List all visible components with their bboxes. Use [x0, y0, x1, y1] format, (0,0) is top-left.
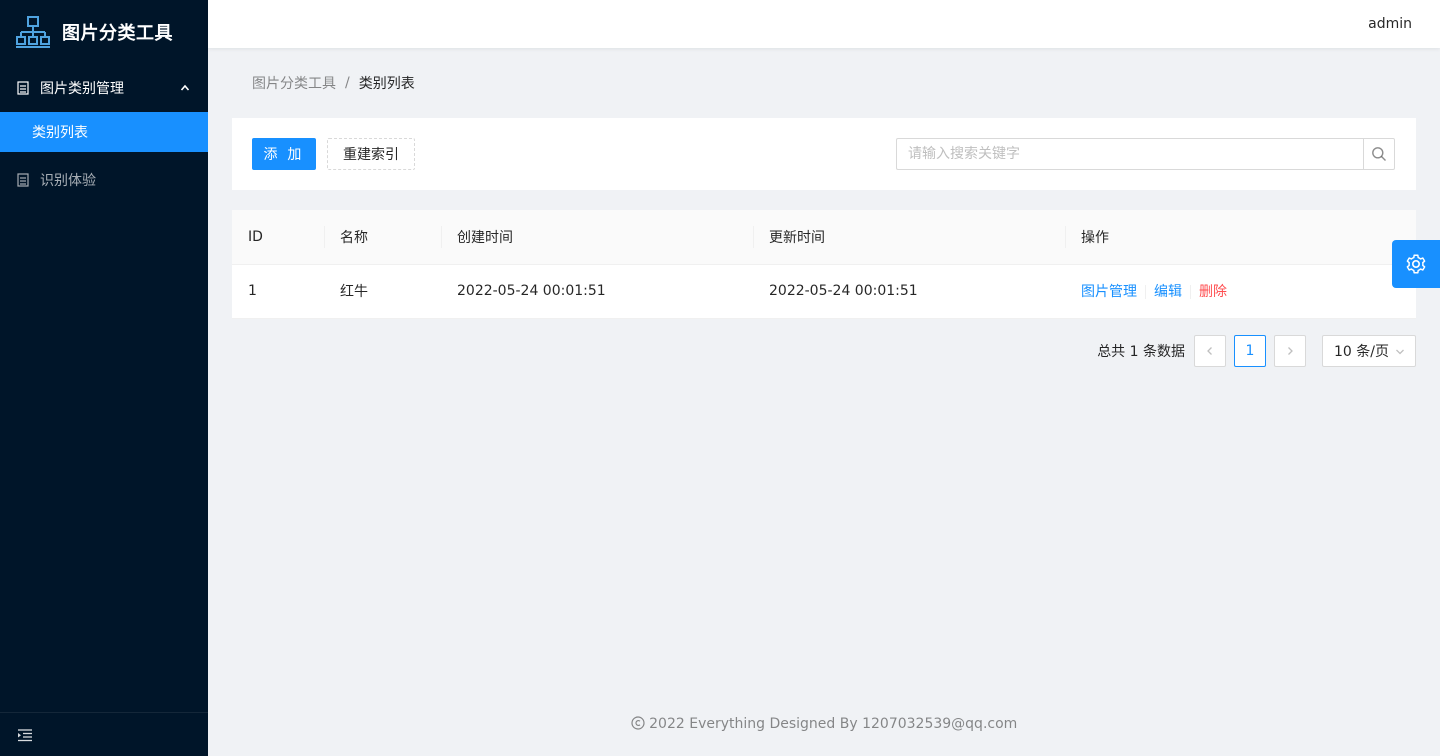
manage-images-link[interactable]: 图片管理	[1081, 284, 1137, 300]
column-header-created: 创建时间	[441, 210, 753, 265]
collapse-menu-icon[interactable]	[17, 727, 33, 743]
page-size-select[interactable]: 10 条/页	[1322, 334, 1416, 367]
settings-drawer-button[interactable]	[1392, 240, 1440, 288]
breadcrumb-current: 类别列表	[358, 76, 415, 92]
add-button[interactable]: 添 加	[252, 138, 316, 170]
action-divider	[1145, 285, 1146, 299]
logo[interactable]: 图片分类工具	[0, 0, 208, 64]
delete-link[interactable]: 删除	[1199, 284, 1227, 300]
action-divider	[1190, 285, 1191, 299]
gear-icon	[1406, 254, 1426, 274]
sidebar: 图片分类工具 图片类别管理 类别列表 识别体验	[0, 0, 208, 756]
copyright-text: 2022 Everything Designed By 1207032539@q…	[649, 716, 1018, 732]
column-header-name: 名称	[324, 210, 441, 265]
sidebar-group-category-management[interactable]: 图片类别管理	[0, 64, 208, 112]
toolbar: 添 加 重建索引	[232, 118, 1416, 190]
app-title: 图片分类工具	[62, 23, 173, 44]
chevron-up-icon	[180, 84, 190, 91]
column-header-updated: 更新时间	[753, 210, 1065, 265]
page-size-value: 10 条/页	[1334, 343, 1389, 360]
sidebar-menu: 图片类别管理 类别列表 识别体验	[0, 64, 208, 204]
breadcrumb: 图片分类工具 / 类别列表	[232, 48, 1416, 118]
copyright-icon	[631, 716, 645, 730]
sidebar-item-label: 类别列表	[32, 125, 88, 141]
cell-id: 1	[232, 264, 324, 319]
search-box	[896, 138, 1395, 170]
sidebar-footer	[0, 712, 208, 756]
page-number[interactable]: 1	[1234, 334, 1266, 367]
table-row: 1 红牛 2022-05-24 00:01:51 2022-05-24 00:0…	[232, 264, 1416, 319]
breadcrumb-separator: /	[345, 75, 350, 91]
search-input[interactable]	[896, 138, 1363, 170]
rebuild-index-button[interactable]: 重建索引	[327, 138, 415, 170]
chevron-right-icon	[1288, 346, 1293, 355]
cell-name: 红牛	[324, 264, 441, 319]
main-content: 图片分类工具 / 类别列表 添 加 重建索引 ID 名称 创建时间	[232, 48, 1416, 367]
breadcrumb-root[interactable]: 图片分类工具	[252, 73, 336, 93]
cell-created: 2022-05-24 00:01:51	[441, 264, 753, 319]
menu-group-icon	[17, 81, 29, 95]
chevron-down-icon	[1396, 349, 1404, 354]
column-header-actions: 操作	[1065, 210, 1416, 265]
table-header-row: ID 名称 创建时间 更新时间 操作	[232, 210, 1416, 265]
sidebar-group-label: 图片类别管理	[40, 81, 124, 97]
column-header-id: ID	[232, 210, 324, 265]
next-page-button[interactable]	[1274, 334, 1306, 367]
sidebar-item-recognition[interactable]: 识别体验	[0, 156, 208, 204]
page-footer: 2022 Everything Designed By 1207032539@q…	[208, 716, 1440, 732]
search-icon	[1372, 147, 1386, 161]
logo-icon	[16, 16, 50, 48]
prev-page-button[interactable]	[1194, 334, 1226, 367]
cell-updated: 2022-05-24 00:01:51	[753, 264, 1065, 319]
pagination-total: 总共 1 条数据	[1097, 343, 1185, 360]
top-header: admin	[208, 0, 1440, 48]
user-name[interactable]: admin	[1368, 16, 1412, 32]
menu-item-icon	[17, 173, 29, 187]
sidebar-item-label: 识别体验	[40, 173, 96, 189]
cell-actions: 图片管理 编辑 删除	[1065, 264, 1416, 319]
edit-link[interactable]: 编辑	[1154, 284, 1182, 300]
search-button[interactable]	[1363, 138, 1395, 170]
chevron-left-icon	[1207, 346, 1212, 355]
pagination: 总共 1 条数据 1 10 条/页	[232, 334, 1416, 367]
sidebar-item-category-list[interactable]: 类别列表	[0, 112, 208, 152]
category-table: ID 名称 创建时间 更新时间 操作 1 红牛 2022-05-24 00:01…	[232, 210, 1416, 319]
